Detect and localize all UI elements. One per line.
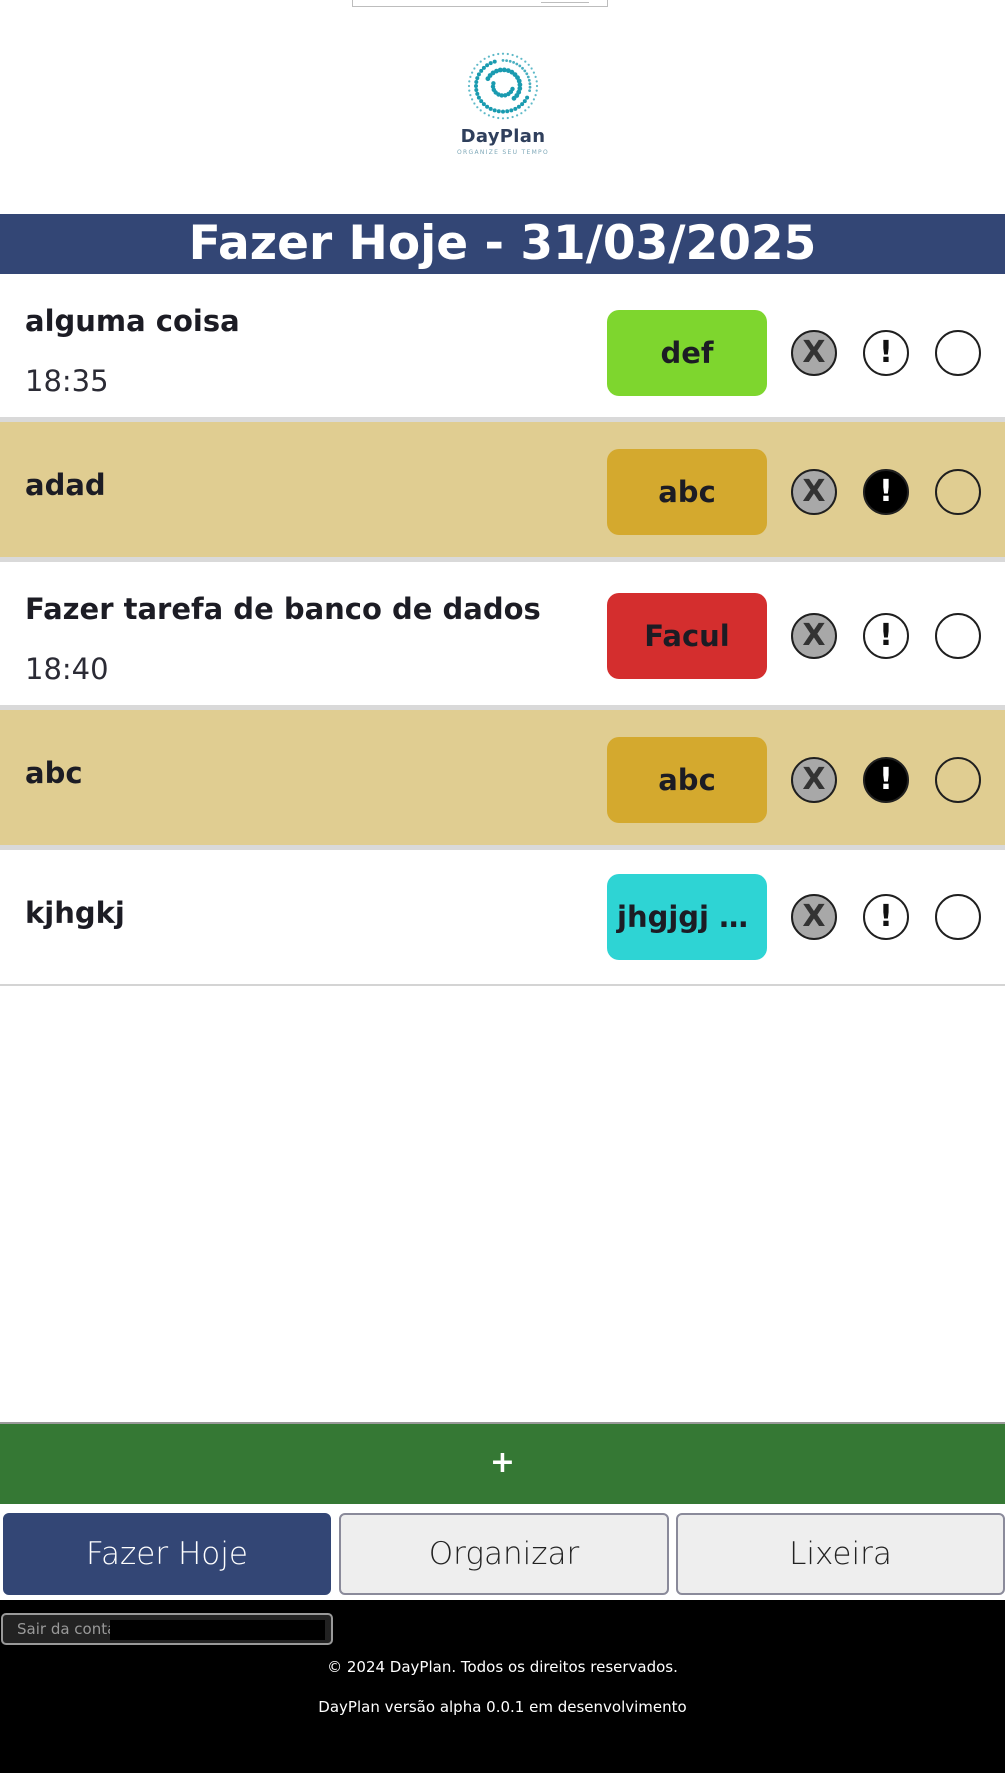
task-tag[interactable]: abc xyxy=(607,449,767,535)
complete-task-checkbox[interactable] xyxy=(935,894,981,940)
spiral-logo-icon xyxy=(467,52,539,120)
important-toggle-button[interactable]: ! xyxy=(863,757,909,803)
tab-organizar[interactable]: Organizar xyxy=(339,1513,669,1595)
delete-task-button[interactable]: X xyxy=(791,894,837,940)
task-time: 18:35 xyxy=(25,364,109,398)
delete-task-button[interactable]: X xyxy=(791,757,837,803)
footer: Sair da conta © 2024 DayPlan. Todos os d… xyxy=(0,1600,1005,1773)
task-row: alguma coisa 18:35 def X ! xyxy=(0,274,1005,422)
task-list: alguma coisa 18:35 def X ! adad abc X ! … xyxy=(0,274,1005,986)
delete-task-button[interactable]: X xyxy=(791,469,837,515)
important-toggle-button[interactable]: ! xyxy=(863,469,909,515)
page-title: Fazer Hoje - 31/03/2025 xyxy=(0,214,1005,274)
complete-task-checkbox[interactable] xyxy=(935,330,981,376)
copyright-text: © 2024 DayPlan. Todos os direitos reserv… xyxy=(327,1658,678,1676)
logo-tagline: ORGANIZE SEU TEMPO xyxy=(457,149,549,156)
task-name: alguma coisa xyxy=(25,304,240,338)
top-search-widget[interactable] xyxy=(352,0,608,7)
complete-task-checkbox[interactable] xyxy=(935,613,981,659)
task-tag[interactable]: abc xyxy=(607,737,767,823)
version-text: DayPlan versão alpha 0.0.1 em desenvolvi… xyxy=(318,1698,687,1716)
delete-task-button[interactable]: X xyxy=(791,330,837,376)
logout-button[interactable]: Sair da conta xyxy=(1,1613,333,1645)
task-row: abc abc X ! xyxy=(0,710,1005,850)
delete-task-button[interactable]: X xyxy=(791,613,837,659)
task-tag[interactable]: Facul xyxy=(607,593,767,679)
task-name: adad xyxy=(25,468,106,502)
redacted-account xyxy=(110,1620,325,1640)
important-toggle-button[interactable]: ! xyxy=(863,894,909,940)
task-name: Fazer tarefa de banco de dados xyxy=(25,592,541,626)
task-name: kjhgkj xyxy=(25,896,125,930)
task-time: 18:40 xyxy=(25,652,109,686)
dayplan-logo: DayPlan ORGANIZE SEU TEMPO xyxy=(445,48,561,168)
top-widget-button[interactable] xyxy=(541,0,589,3)
logo-name: DayPlan xyxy=(460,126,546,147)
task-tag[interactable]: jhgjgj j... xyxy=(607,874,767,960)
add-task-button[interactable]: + xyxy=(0,1422,1005,1504)
complete-task-checkbox[interactable] xyxy=(935,757,981,803)
logout-label: Sair da conta xyxy=(17,1620,117,1638)
task-row: Fazer tarefa de banco de dados 18:40 Fac… xyxy=(0,562,1005,710)
tab-lixeira[interactable]: Lixeira xyxy=(676,1513,1005,1595)
task-row: adad abc X ! xyxy=(0,422,1005,562)
tab-fazer-hoje[interactable]: Fazer Hoje xyxy=(3,1513,331,1595)
complete-task-checkbox[interactable] xyxy=(935,469,981,515)
important-toggle-button[interactable]: ! xyxy=(863,330,909,376)
important-toggle-button[interactable]: ! xyxy=(863,613,909,659)
task-tag[interactable]: def xyxy=(607,310,767,396)
task-row: kjhgkj jhgjgj j... X ! xyxy=(0,850,1005,984)
task-name: abc xyxy=(25,756,83,790)
